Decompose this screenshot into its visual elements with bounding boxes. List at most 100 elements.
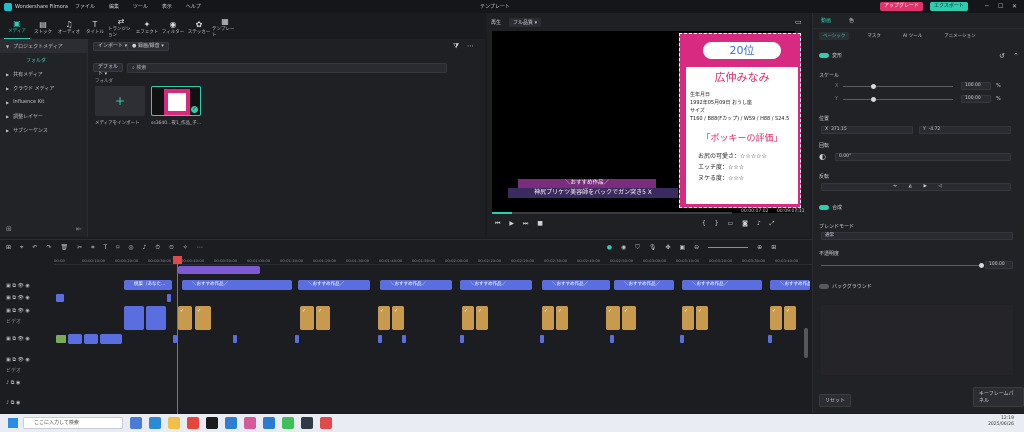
app-icon[interactable] bbox=[301, 417, 313, 429]
timeline-clip-image[interactable] bbox=[378, 306, 390, 330]
video-canvas[interactable]: 20位 広仲みなみ 生年月日 1992年05月09日 おうし座 サイズ T160… bbox=[492, 31, 801, 213]
sidebar-item-adjustment-layer[interactable]: ▶ 調整レイヤー bbox=[0, 109, 87, 123]
shield-icon[interactable]: ⛉ bbox=[635, 244, 640, 252]
timeline-clip-image[interactable] bbox=[542, 306, 554, 330]
snapshot-icon[interactable]: ▣ bbox=[679, 244, 685, 251]
menu-view[interactable]: 表示 bbox=[162, 4, 172, 10]
maximize-icon[interactable]: ☐ bbox=[998, 3, 1003, 10]
player-tab[interactable]: 再生 bbox=[491, 19, 501, 26]
slider-knob[interactable] bbox=[871, 84, 876, 89]
flip-buttons[interactable]: ⟛ ◭ ▶ ◁ bbox=[821, 183, 1011, 191]
tool-filter[interactable]: ◉ フィルター bbox=[160, 15, 186, 39]
stop-icon[interactable]: ■ bbox=[537, 220, 543, 227]
timeline-clip-video[interactable] bbox=[124, 306, 144, 330]
timeline-marker[interactable] bbox=[295, 335, 299, 343]
menu-help[interactable]: ヘルプ bbox=[186, 4, 201, 10]
quality-dropdown[interactable]: フル品質 ▾ bbox=[509, 17, 542, 27]
text-icon[interactable]: T bbox=[104, 244, 108, 251]
volume-icon[interactable]: ♪ bbox=[757, 220, 761, 227]
timeline-clip-title[interactable]: ＼おすすめ作品／ bbox=[182, 280, 292, 290]
zoom-out-icon[interactable]: ⊖ bbox=[694, 244, 699, 251]
play-icon[interactable]: ▶ bbox=[509, 220, 514, 227]
timer-icon[interactable]: ⏲ bbox=[169, 244, 174, 252]
next-frame-icon[interactable]: ⏭ bbox=[523, 220, 528, 227]
slider-knob[interactable] bbox=[979, 263, 984, 268]
timeline-clip-image[interactable] bbox=[195, 306, 211, 330]
timeline-scrollbar[interactable] bbox=[804, 328, 808, 358]
tab-video[interactable]: 動画 bbox=[821, 17, 831, 24]
mark-out-icon[interactable]: } bbox=[715, 220, 719, 227]
subtab-animation[interactable]: アニメーション bbox=[940, 32, 979, 40]
timeline-clip-image[interactable] bbox=[462, 306, 474, 330]
composite-toggle[interactable] bbox=[819, 205, 829, 210]
timeline-clip-title[interactable]: 桃巣（あなた... bbox=[124, 280, 172, 290]
scale-x-slider[interactable] bbox=[843, 84, 953, 89]
timeline-clip-title[interactable]: ＼おすすめ作品／ bbox=[770, 280, 810, 290]
timeline-ruler[interactable]: 00:00 00:00:10:00 00:00:20:00 00:00:30:0… bbox=[54, 256, 812, 265]
timeline-clip-image[interactable] bbox=[622, 306, 636, 330]
track-header-4[interactable]: ▣ ⧉ 👁 ◉ bbox=[0, 283, 54, 289]
subtab-ai-tools[interactable]: AI ツール bbox=[899, 32, 926, 40]
playhead[interactable] bbox=[177, 256, 178, 414]
tool-title[interactable]: T タイトル bbox=[82, 15, 108, 39]
marker-icon[interactable]: ⌑ bbox=[116, 244, 119, 251]
monitor-icon[interactable]: ▭ bbox=[728, 220, 734, 227]
background-section[interactable]: バックグラウンド bbox=[819, 283, 872, 290]
timeline-clip-title[interactable]: ＼おすすめ作品／ bbox=[298, 280, 370, 290]
blend-mode-select[interactable]: 通常 bbox=[821, 232, 1013, 240]
timeline-clip-text[interactable] bbox=[100, 334, 122, 344]
speed-icon[interactable]: ⏱ bbox=[155, 244, 160, 252]
opacity-field[interactable]: 100.00 bbox=[985, 261, 1013, 269]
transform-section[interactable]: 変形 bbox=[819, 52, 842, 59]
timeline-clip-title[interactable]: ＼おすすめ作品／ bbox=[460, 280, 532, 290]
taskview-icon[interactable] bbox=[130, 417, 142, 429]
timeline-clip-image[interactable] bbox=[784, 306, 796, 330]
taskbar-clock[interactable]: 12:19 2025/06/26 bbox=[988, 416, 1014, 428]
media-clip-tile[interactable]: ✓ bbox=[151, 86, 201, 116]
subtab-basic[interactable]: ベーシック bbox=[819, 32, 850, 40]
playback-progress[interactable] bbox=[492, 212, 732, 214]
timeline-marker[interactable] bbox=[540, 335, 544, 343]
close-icon[interactable]: ✕ bbox=[1012, 3, 1017, 10]
sidebar-item-subsequence[interactable]: ▶ サブシーケンス bbox=[0, 123, 87, 137]
subtitle-title[interactable]: 神尻プリケツ美容師をバックでガン突き5 X bbox=[508, 188, 678, 198]
chrome-icon[interactable] bbox=[187, 417, 199, 429]
timeline-clip-title[interactable]: ＼おすすめ作品／ bbox=[614, 280, 674, 290]
new-folder-icon[interactable]: ⊞ bbox=[6, 225, 12, 233]
menu-edit[interactable]: 編集 bbox=[109, 4, 119, 10]
timeline-clip-image[interactable] bbox=[476, 306, 488, 330]
subtitle-recommend[interactable]: ＼おすすめ作品／ bbox=[518, 179, 656, 188]
track-header-audio-2[interactable]: ♪ ⧉ ◉ bbox=[0, 400, 54, 406]
timeline-clip-title[interactable]: ＼おすすめ作品／ bbox=[542, 280, 610, 290]
line-icon[interactable] bbox=[282, 417, 294, 429]
edge-icon[interactable] bbox=[149, 417, 161, 429]
more-icon[interactable]: ⋯ bbox=[197, 244, 203, 251]
rotate-field[interactable]: 0.00° bbox=[835, 153, 1011, 161]
layout-icon[interactable]: ⊞ bbox=[6, 244, 11, 251]
filter-icon[interactable]: ⧩ bbox=[453, 42, 459, 51]
tool-stock[interactable]: ▤ ストック bbox=[30, 15, 56, 39]
timeline-marker[interactable] bbox=[402, 335, 406, 343]
menu-tools[interactable]: ツール bbox=[133, 4, 148, 10]
undo-icon[interactable]: ↶ bbox=[32, 244, 37, 251]
reset-button[interactable]: リセット bbox=[819, 394, 852, 407]
menu-file[interactable]: ファイル bbox=[75, 4, 95, 10]
filmora-icon[interactable] bbox=[206, 417, 218, 429]
timeline-marker[interactable] bbox=[680, 335, 684, 343]
split-icon[interactable]: ✂ bbox=[77, 244, 82, 251]
opacity-slider[interactable] bbox=[821, 263, 984, 268]
taskbar-search[interactable]: ここに入力して検索 bbox=[23, 417, 123, 429]
timeline-clip-image[interactable] bbox=[300, 306, 314, 330]
render-icon[interactable]: ● bbox=[607, 244, 612, 251]
ai-icon[interactable]: ✧ bbox=[183, 244, 188, 251]
tool-template[interactable]: ▦ テンプレート bbox=[212, 15, 238, 39]
export-button[interactable]: エクスポート bbox=[930, 2, 968, 11]
grid-icon[interactable]: ⊞ bbox=[771, 244, 776, 251]
timeline-clip-image[interactable] bbox=[682, 306, 694, 330]
tool-effect[interactable]: ✦ エフェクト bbox=[134, 15, 160, 39]
select-icon[interactable]: ⌖ bbox=[20, 244, 23, 252]
zoom-icon[interactable] bbox=[263, 417, 275, 429]
timeline-clip-small[interactable] bbox=[167, 294, 171, 302]
app-icon[interactable] bbox=[320, 417, 332, 429]
scale-y-field[interactable]: 100.00 bbox=[961, 95, 991, 103]
